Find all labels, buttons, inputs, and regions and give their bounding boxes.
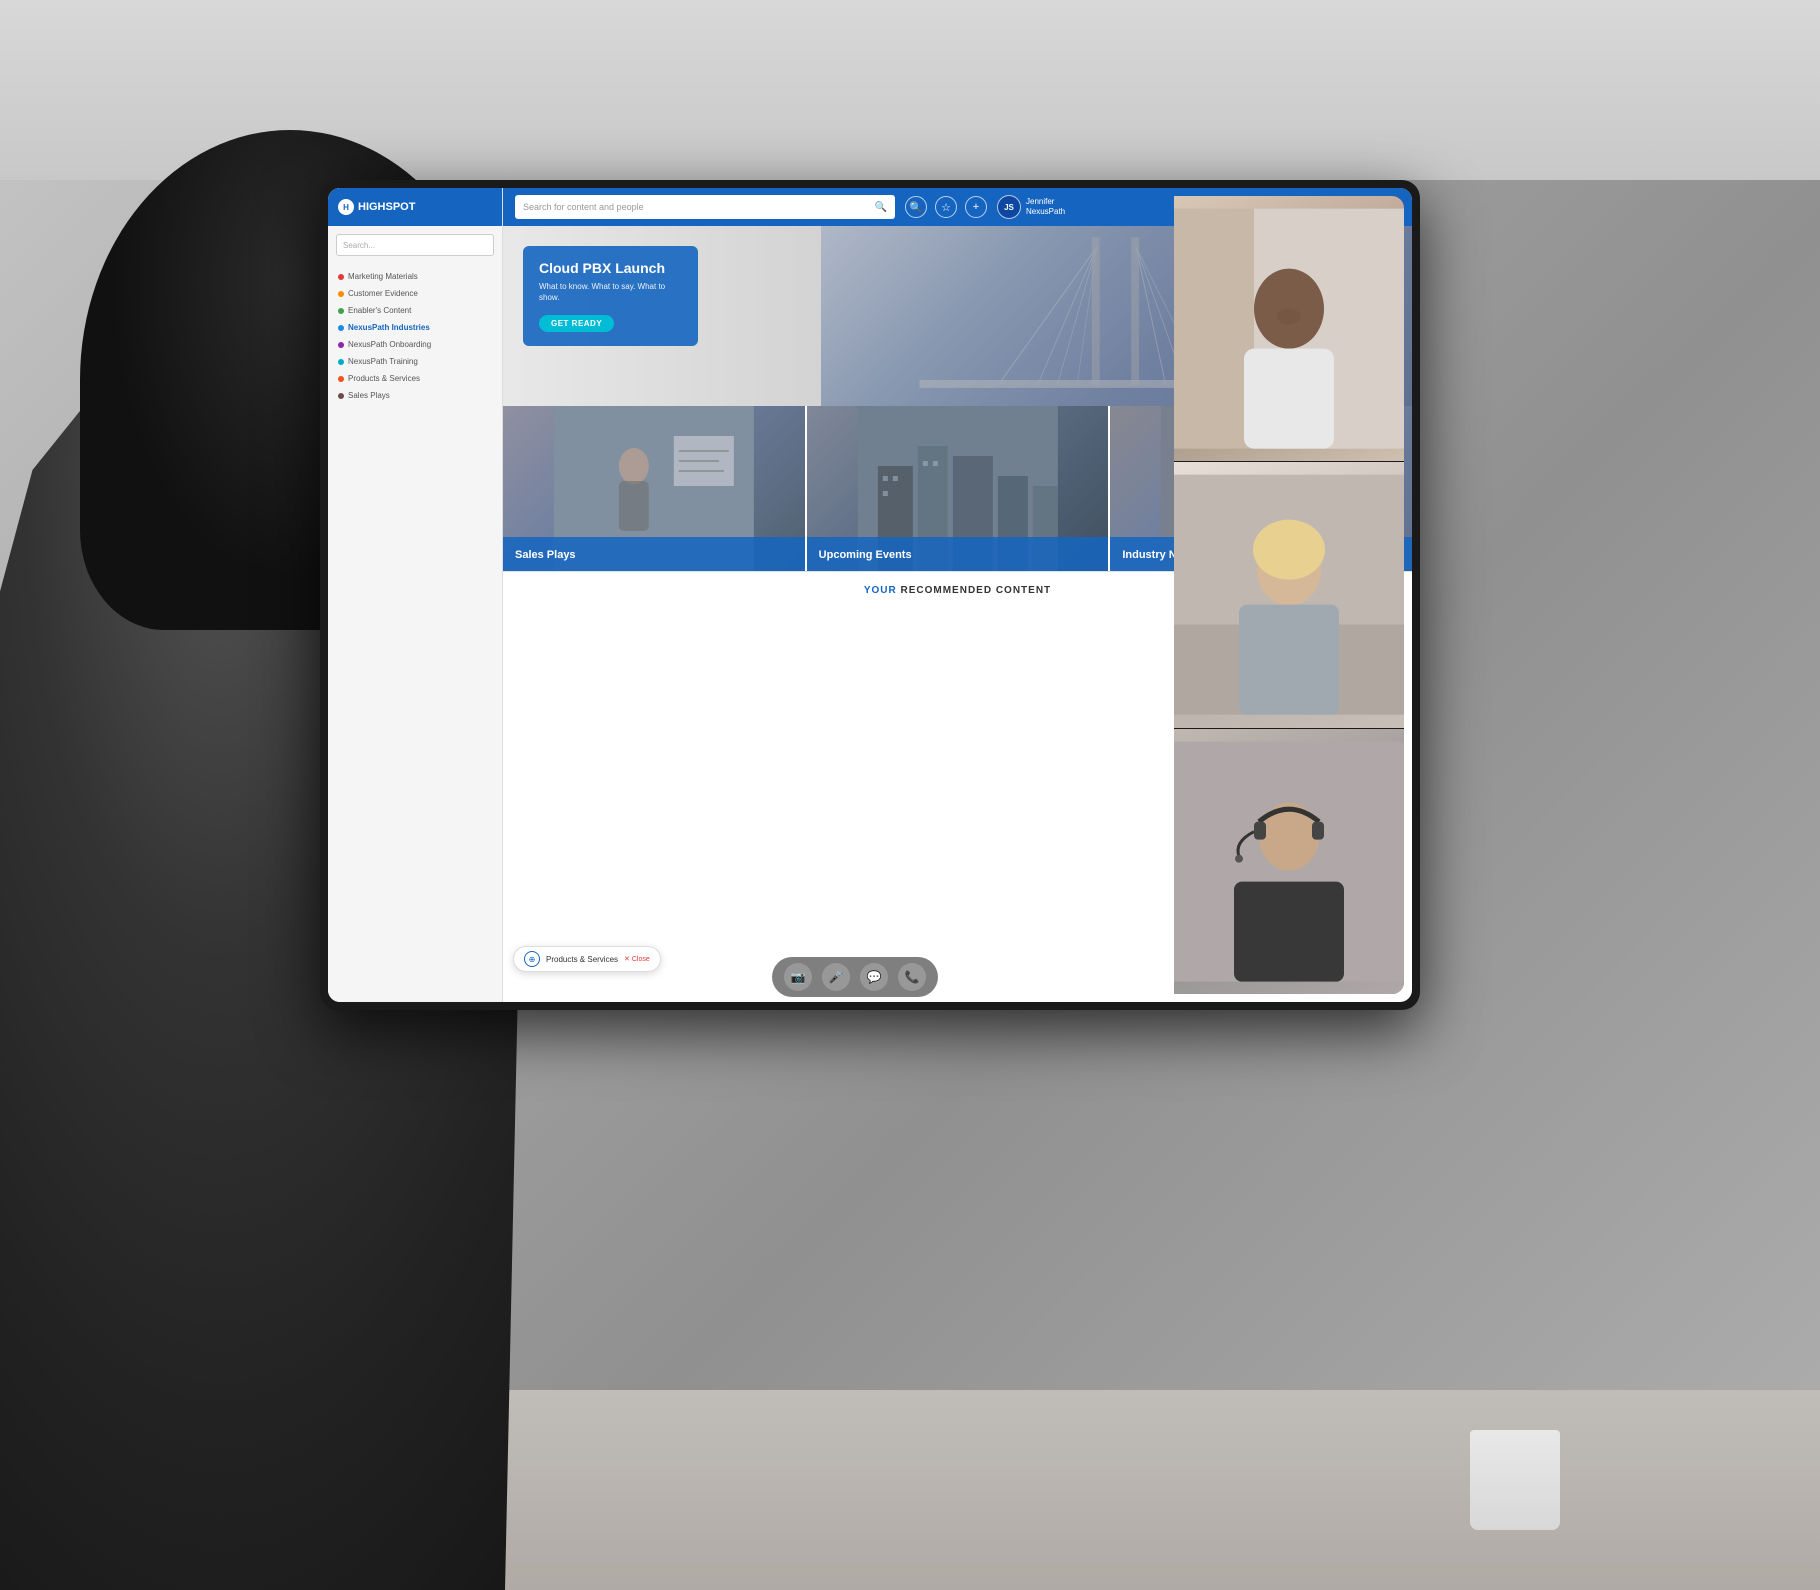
search-nav-icon[interactable]: 🔍	[905, 196, 927, 218]
participant-1-illustration	[1174, 196, 1404, 461]
user-name: Jennifer NexusPath	[1026, 197, 1065, 216]
sidebar-item-evidence[interactable]: Customer Evidence	[328, 285, 502, 302]
get-ready-button[interactable]: GET READY	[539, 315, 614, 332]
sidebar-dot-industries	[338, 325, 344, 331]
participant-3-illustration	[1174, 729, 1404, 994]
sidebar-item-salesplays[interactable]: Sales Plays	[328, 387, 502, 404]
video-participant-3	[1174, 729, 1404, 994]
hero-title: Cloud PBX Launch	[539, 260, 682, 277]
end-call-button[interactable]: 📞	[898, 963, 926, 991]
participant-1-video	[1174, 196, 1404, 461]
left-sidebar: H HIGHSPOT Search... Marketing Materials…	[328, 188, 503, 1002]
video-participant-2	[1174, 462, 1404, 728]
monitor-bezel: H HIGHSPOT Search... Marketing Materials…	[320, 180, 1420, 1010]
floating-tooltip[interactable]: ⊕ Products & Services ✕ Close	[513, 946, 661, 972]
sales-plays-overlay: Sales Plays	[503, 537, 805, 571]
sidebar-item-marketing[interactable]: Marketing Materials	[328, 268, 502, 285]
upcoming-events-card[interactable]: Upcoming Events	[807, 406, 1111, 571]
sidebar-item-onboarding[interactable]: NexusPath Onboarding	[328, 336, 502, 353]
upcoming-events-label: Upcoming Events	[819, 549, 912, 561]
tooltip-text: Products & Services	[546, 955, 618, 964]
chat-button[interactable]: 💬	[860, 963, 888, 991]
sidebar-item-training[interactable]: NexusPath Training	[328, 353, 502, 370]
search-icon[interactable]: 🔍	[875, 202, 887, 213]
video-call-panel	[1174, 196, 1404, 994]
search-bar[interactable]: Search for content and people 🔍	[515, 195, 895, 219]
sidebar-dot-salesplays	[338, 393, 344, 399]
monitor: H HIGHSPOT Search... Marketing Materials…	[320, 180, 1420, 1010]
camera-button[interactable]: 📷	[784, 963, 812, 991]
tooltip-close-button[interactable]: ✕ Close	[624, 955, 650, 963]
hero-subtitle: What to know. What to say. What to show.	[539, 281, 682, 303]
sidebar-search-box[interactable]: Search...	[336, 234, 494, 256]
sidebar-item-industries[interactable]: NexusPath Industries	[328, 319, 502, 336]
search-input-text: Search for content and people	[523, 202, 871, 212]
sidebar-dot-onboarding	[338, 342, 344, 348]
nav-icons: 🔍 ☆ +	[905, 196, 987, 218]
add-icon[interactable]: +	[965, 196, 987, 218]
app-name: HIGHSPOT	[358, 201, 415, 213]
monitor-screen: H HIGHSPOT Search... Marketing Materials…	[328, 188, 1412, 1002]
participant-2-illustration	[1174, 462, 1404, 727]
logo-icon: H	[338, 199, 354, 215]
sidebar-items-list: Marketing Materials Customer Evidence En…	[328, 264, 502, 1002]
hero-card: Cloud PBX Launch What to know. What to s…	[523, 246, 698, 346]
sidebar-dot-products	[338, 376, 344, 382]
sidebar-dot-enabler	[338, 308, 344, 314]
sidebar-item-products[interactable]: Products & Services	[328, 370, 502, 387]
sidebar-dot-evidence	[338, 291, 344, 297]
video-controls-bar: 📷 🎤 💬 📞	[772, 957, 938, 997]
coffee-mug	[1470, 1430, 1560, 1530]
sidebar-header: H HIGHSPOT	[328, 188, 502, 226]
favorites-icon[interactable]: ☆	[935, 196, 957, 218]
sidebar-dot-training	[338, 359, 344, 365]
sales-plays-card[interactable]: Sales Plays	[503, 406, 807, 571]
tooltip-icon: ⊕	[524, 951, 540, 967]
highspot-logo: H HIGHSPOT	[338, 199, 415, 215]
sales-plays-label: Sales Plays	[515, 549, 576, 561]
participant-2-video	[1174, 462, 1404, 727]
user-avatar: JS	[997, 195, 1021, 219]
sidebar-dot-marketing	[338, 274, 344, 280]
participant-3-video	[1174, 729, 1404, 994]
upcoming-events-overlay: Upcoming Events	[807, 537, 1109, 571]
sidebar-search-placeholder: Search...	[343, 241, 375, 250]
sidebar-item-enabler[interactable]: Enabler's Content	[328, 302, 502, 319]
video-participant-1	[1174, 196, 1404, 462]
microphone-button[interactable]: 🎤	[822, 963, 850, 991]
user-badge[interactable]: JS Jennifer NexusPath	[997, 195, 1065, 219]
recommended-text: YOUR RECOMMENDED CONTENT	[864, 585, 1051, 596]
